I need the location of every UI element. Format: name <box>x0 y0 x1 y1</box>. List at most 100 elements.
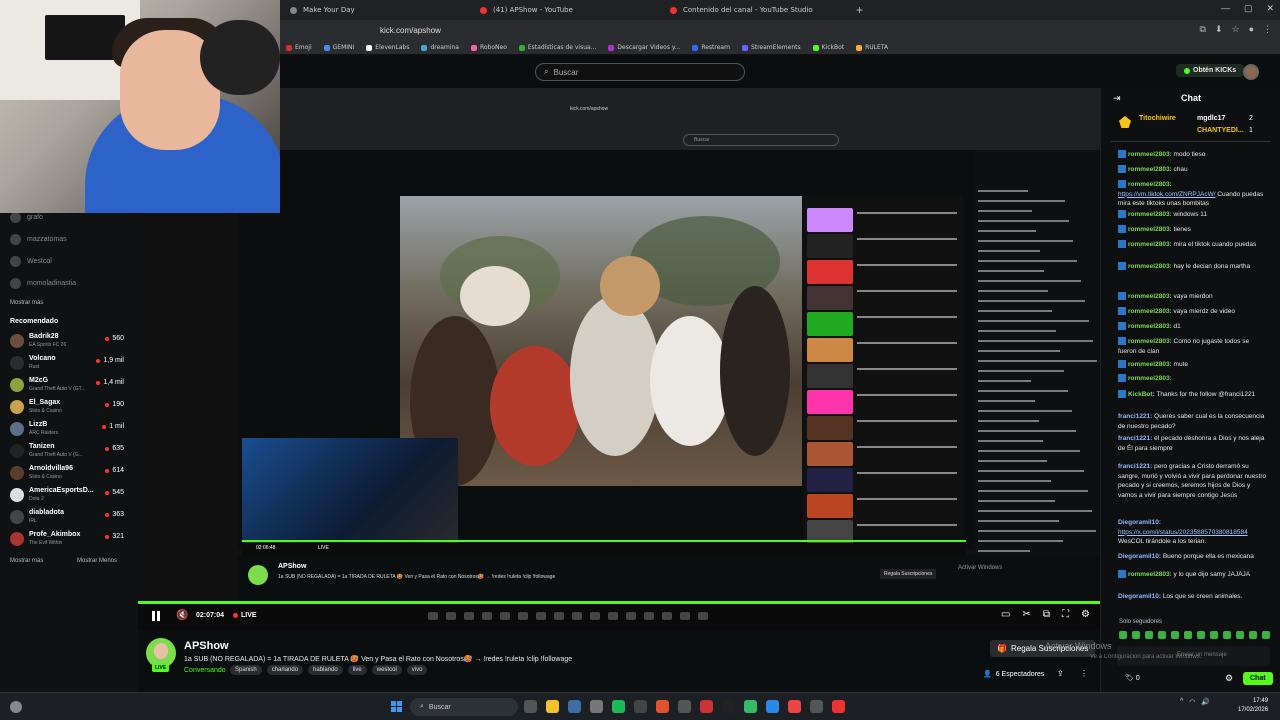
emote[interactable] <box>1236 631 1244 639</box>
emote[interactable] <box>1249 631 1257 639</box>
chat-username[interactable]: franci1221: <box>1118 463 1152 470</box>
stream-category[interactable]: Conversando <box>184 667 226 674</box>
chat-username[interactable]: rommeel2803: <box>1128 241 1172 248</box>
tray-arrow-icon[interactable]: ^ <box>1180 698 1183 706</box>
browser-tab[interactable]: Make Your Day <box>280 0 470 20</box>
tag[interactable]: Spanish <box>230 665 262 675</box>
task-view-icon[interactable] <box>524 700 537 713</box>
chat-username[interactable]: rommeel2803: <box>1128 181 1172 188</box>
emote[interactable] <box>1262 631 1270 639</box>
top-gifter-name[interactable]: Titochiwire <box>1139 115 1176 122</box>
tag[interactable]: vivo <box>406 665 428 675</box>
bookmark-item[interactable]: RULETA <box>856 44 888 51</box>
pause-button[interactable] <box>152 611 164 623</box>
extensions-icon[interactable]: ⧉ <box>1200 24 1206 35</box>
chat-username[interactable]: rommeel2803: <box>1128 151 1172 158</box>
sidebar-recommended-channel[interactable]: AmericaEsportsD... Dota 2 545 <box>10 485 124 507</box>
show-more-link[interactable]: Mostrar más <box>10 558 43 564</box>
more-options-icon[interactable]: ⋮ <box>1080 669 1088 678</box>
chat-link[interactable]: https://vm.tiktok.com/ZNRPJAcW/ <box>1118 191 1216 198</box>
app-icon[interactable] <box>590 700 603 713</box>
show-less-link[interactable]: Mostrar Menos <box>77 558 117 564</box>
capcut-icon[interactable] <box>722 700 735 713</box>
chat-username[interactable]: Diegoramil10: <box>1118 593 1161 600</box>
emote[interactable] <box>1184 631 1192 639</box>
sidebar-recommended-channel[interactable]: Badrik28 EA Sports FC 26 560 <box>10 331 124 353</box>
wifi-icon[interactable]: ◠ <box>1189 698 1195 706</box>
emote[interactable] <box>1210 631 1218 639</box>
live-indicator[interactable]: LIVE <box>233 612 257 619</box>
search-input[interactable]: ⌕ Buscar <box>535 63 745 81</box>
emote[interactable] <box>1197 631 1205 639</box>
sidebar-followed-channel[interactable]: grafo <box>10 212 43 223</box>
sidebar-followed-channel[interactable]: momoladinastia <box>10 278 76 289</box>
app-icon[interactable] <box>810 700 823 713</box>
bookmark-item[interactable]: StreamElements <box>741 44 801 51</box>
chat-username[interactable]: rommeel2803: <box>1128 263 1172 270</box>
app-icon[interactable] <box>568 700 581 713</box>
sidebar-followed-channel[interactable]: Westcol <box>10 256 52 267</box>
streamer-name[interactable]: APShow <box>184 640 229 652</box>
user-avatar[interactable] <box>1243 64 1259 80</box>
sidebar-recommended-channel[interactable]: LizzB ARC Raiders 1 mil <box>10 419 124 441</box>
emote[interactable] <box>1145 631 1153 639</box>
tag[interactable]: westcol <box>371 665 402 675</box>
widgets-icon[interactable] <box>10 701 22 713</box>
bookmark-item[interactable]: Estadísticas de visua... <box>518 44 596 51</box>
mute-icon[interactable]: 🔇 <box>176 610 188 621</box>
brave-icon[interactable] <box>656 700 669 713</box>
sidebar-recommended-channel[interactable]: Profe_Akimbox The Evil Within 321 <box>10 529 124 551</box>
theater-mode-icon[interactable]: ▭ <box>1001 609 1010 620</box>
top-gifter-name[interactable]: CHANTYEDI... <box>1197 127 1244 134</box>
url-field[interactable]: kick.com/apshow <box>380 26 441 35</box>
maximize-button[interactable]: ▢ <box>1244 3 1253 14</box>
chat-username[interactable]: rommeel2803: <box>1128 338 1172 345</box>
bookmark-item[interactable]: Emoji <box>286 44 312 51</box>
profile-icon[interactable]: ● <box>1249 24 1254 35</box>
bookmark-item[interactable]: RoboNeo <box>470 44 507 51</box>
bookmark-item[interactable]: dreamina <box>421 44 459 51</box>
chat-username[interactable]: rommeel2803: <box>1128 361 1172 368</box>
chat-username[interactable]: rommeel2803: <box>1128 293 1172 300</box>
sidebar-recommended-channel[interactable]: diabladota IRL 363 <box>10 507 124 529</box>
browser-tab[interactable]: (41) APShow - YouTube <box>470 0 660 20</box>
chrome-icon[interactable] <box>788 700 801 713</box>
taskbar-search[interactable]: ⌕ Buscar <box>410 698 518 716</box>
menu-icon[interactable]: ⋮ <box>1263 24 1272 35</box>
app-icon[interactable] <box>700 700 713 713</box>
chat-username[interactable]: rommeel2803: <box>1128 226 1172 233</box>
share-icon[interactable]: ⇪ <box>1057 669 1064 678</box>
chat-username[interactable]: rommeel2803: <box>1128 166 1172 173</box>
chat-link[interactable]: https://x.com/i/status/20235885703808185… <box>1118 529 1248 536</box>
sidebar-recommended-channel[interactable]: El_Sagax Slots & Casino 190 <box>10 397 124 419</box>
app-icon[interactable] <box>634 700 647 713</box>
minimize-button[interactable]: — <box>1221 3 1230 14</box>
browser-tab[interactable]: Contenido del canal - YouTube Studio <box>660 0 850 20</box>
clip-icon[interactable]: ✂ <box>1023 609 1031 620</box>
tag[interactable]: live <box>347 665 367 675</box>
chat-settings-icon[interactable]: ⚙ <box>1225 673 1233 684</box>
video-player[interactable]: kick.com/apshow Buscar 02:06:48 LIVE APS… <box>138 88 1100 608</box>
chat-username[interactable]: rommeel2803: <box>1128 211 1172 218</box>
settings-icon[interactable]: ⚙ <box>1081 609 1090 620</box>
spotify-icon[interactable] <box>612 700 625 713</box>
sidebar-recommended-channel[interactable]: Volcano Rust 1,9 mil <box>10 353 124 375</box>
fullscreen-icon[interactable]: ⛶ <box>1062 609 1069 620</box>
tag[interactable]: hablando <box>308 665 343 675</box>
file-explorer-icon[interactable] <box>546 700 559 713</box>
get-kicks-button[interactable]: Obtén KICKs <box>1176 64 1245 77</box>
chat-username[interactable]: Diegoramil10: <box>1118 519 1161 526</box>
bookmark-star-icon[interactable]: ☆ <box>1231 24 1239 35</box>
sidebar-recommended-channel[interactable]: Tanizen Grand Theft Auto V (G... 635 <box>10 441 124 463</box>
chat-username[interactable]: rommeel2803: <box>1128 323 1172 330</box>
show-more-link[interactable]: Mostrar más <box>10 300 43 306</box>
sidebar-recommended-channel[interactable]: M2cG Grand Theft Auto V (GT... 1,4 mil <box>10 375 124 397</box>
emote[interactable] <box>1132 631 1140 639</box>
chat-username[interactable]: rommeel2803: <box>1128 308 1172 315</box>
tag[interactable]: charlando <box>266 665 304 675</box>
bookmark-item[interactable]: Descargar Videos y... <box>608 44 680 51</box>
bookmark-item[interactable]: KickBot <box>812 44 844 51</box>
send-chat-button[interactable]: Chat <box>1243 672 1273 685</box>
sidebar-followed-channel[interactable]: mazzatomas <box>10 234 67 245</box>
system-clock[interactable]: 17:49 17/02/2026 <box>1238 697 1268 715</box>
